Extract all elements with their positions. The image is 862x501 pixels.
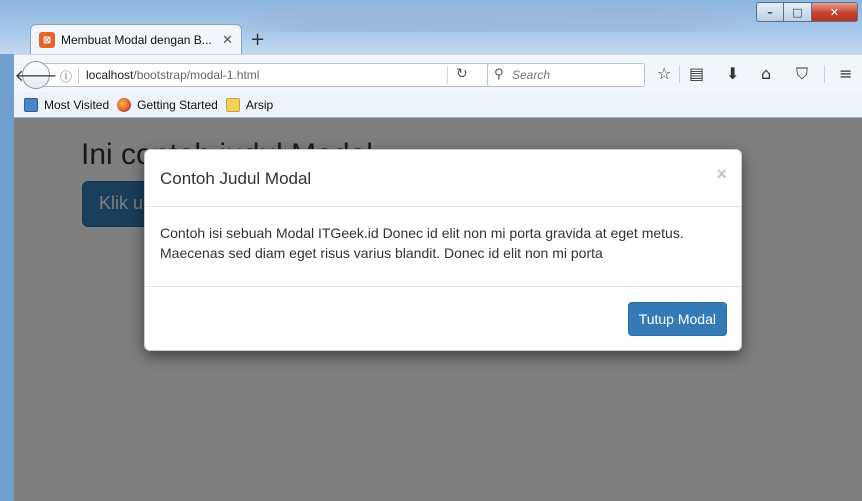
home-icon[interactable]: ⌂	[761, 64, 771, 84]
url-path: /bootstrap/modal-1.html	[133, 68, 260, 82]
close-window-button[interactable]: ✕	[812, 2, 858, 22]
modal-title: Contoh Judul Modal	[160, 169, 312, 188]
xampp-icon: ⊠	[39, 32, 55, 48]
modal-header: Contoh Judul Modal ×	[145, 150, 741, 207]
search-input[interactable]	[512, 67, 632, 83]
bookmarks-toolbar: Most Visited Getting Started Arsip	[14, 92, 862, 118]
most-visited-icon	[24, 97, 38, 112]
tab-close-icon[interactable]: ✕	[222, 33, 233, 48]
bookmark-label: Getting Started	[137, 97, 218, 112]
modal-close-icon[interactable]: ×	[716, 164, 727, 185]
download-icon[interactable]: ⬇	[726, 64, 739, 84]
bookmark-arsip[interactable]: Arsip	[225, 97, 274, 112]
firefox-icon	[117, 97, 132, 112]
close-modal-button[interactable]: Tutup Modal	[627, 302, 727, 336]
pocket-icon[interactable]: ⛉	[796, 64, 808, 84]
bookmark-label: Arsip	[245, 97, 274, 112]
url-separator	[78, 68, 79, 84]
modal-footer: Tutup Modal	[145, 287, 741, 350]
toolbar-separator	[679, 65, 680, 83]
minimize-button[interactable]: –	[756, 2, 784, 22]
url-host: localhost	[86, 68, 134, 82]
modal-body-text: Contoh isi sebuah Modal ITGeek.id Donec …	[160, 225, 684, 261]
search-box[interactable]: ⚲	[487, 63, 645, 87]
modal-body: Contoh isi sebuah Modal ITGeek.id Donec …	[145, 207, 741, 287]
browser-tab[interactable]: ⊠ Membuat Modal dengan B... ✕	[30, 24, 242, 55]
address-bar[interactable]: ⓘ localhost/bootstrap/modal-1.html ↻	[44, 63, 494, 87]
new-tab-button[interactable]: +	[250, 29, 265, 50]
menu-icon[interactable]: ≡	[839, 64, 852, 84]
navigation-toolbar: ⓘ localhost/bootstrap/modal-1.html ↻ 🡐 ⚲…	[14, 54, 862, 92]
tab-title: Membuat Modal dengan B...	[61, 33, 212, 47]
url-text[interactable]: localhost/bootstrap/modal-1.html	[86, 68, 259, 82]
search-icon: ⚲	[494, 67, 504, 82]
url-divider	[447, 66, 448, 84]
page-viewport: Ini contoh judul Modal Klik untuk Modal …	[14, 118, 862, 501]
modal-dialog: Contoh Judul Modal × Contoh isi sebuah M…	[144, 149, 742, 351]
blurred-taskbar	[230, 8, 760, 32]
reader-list-icon[interactable]: ▤	[689, 64, 704, 84]
back-button[interactable]: 🡐	[15, 61, 57, 89]
bookmark-most-visited[interactable]: Most Visited	[24, 97, 110, 112]
window-controls: – □ ✕	[756, 2, 858, 22]
reload-icon[interactable]: ↻	[456, 66, 468, 82]
bookmark-label: Most Visited	[44, 97, 110, 112]
maximize-button[interactable]: □	[784, 2, 812, 22]
bookmark-star-icon[interactable]: ☆	[657, 64, 671, 84]
bookmark-getting-started[interactable]: Getting Started	[117, 97, 218, 112]
toolbar-separator	[824, 65, 825, 83]
info-icon[interactable]: ⓘ	[60, 68, 72, 85]
folder-icon	[225, 97, 240, 112]
